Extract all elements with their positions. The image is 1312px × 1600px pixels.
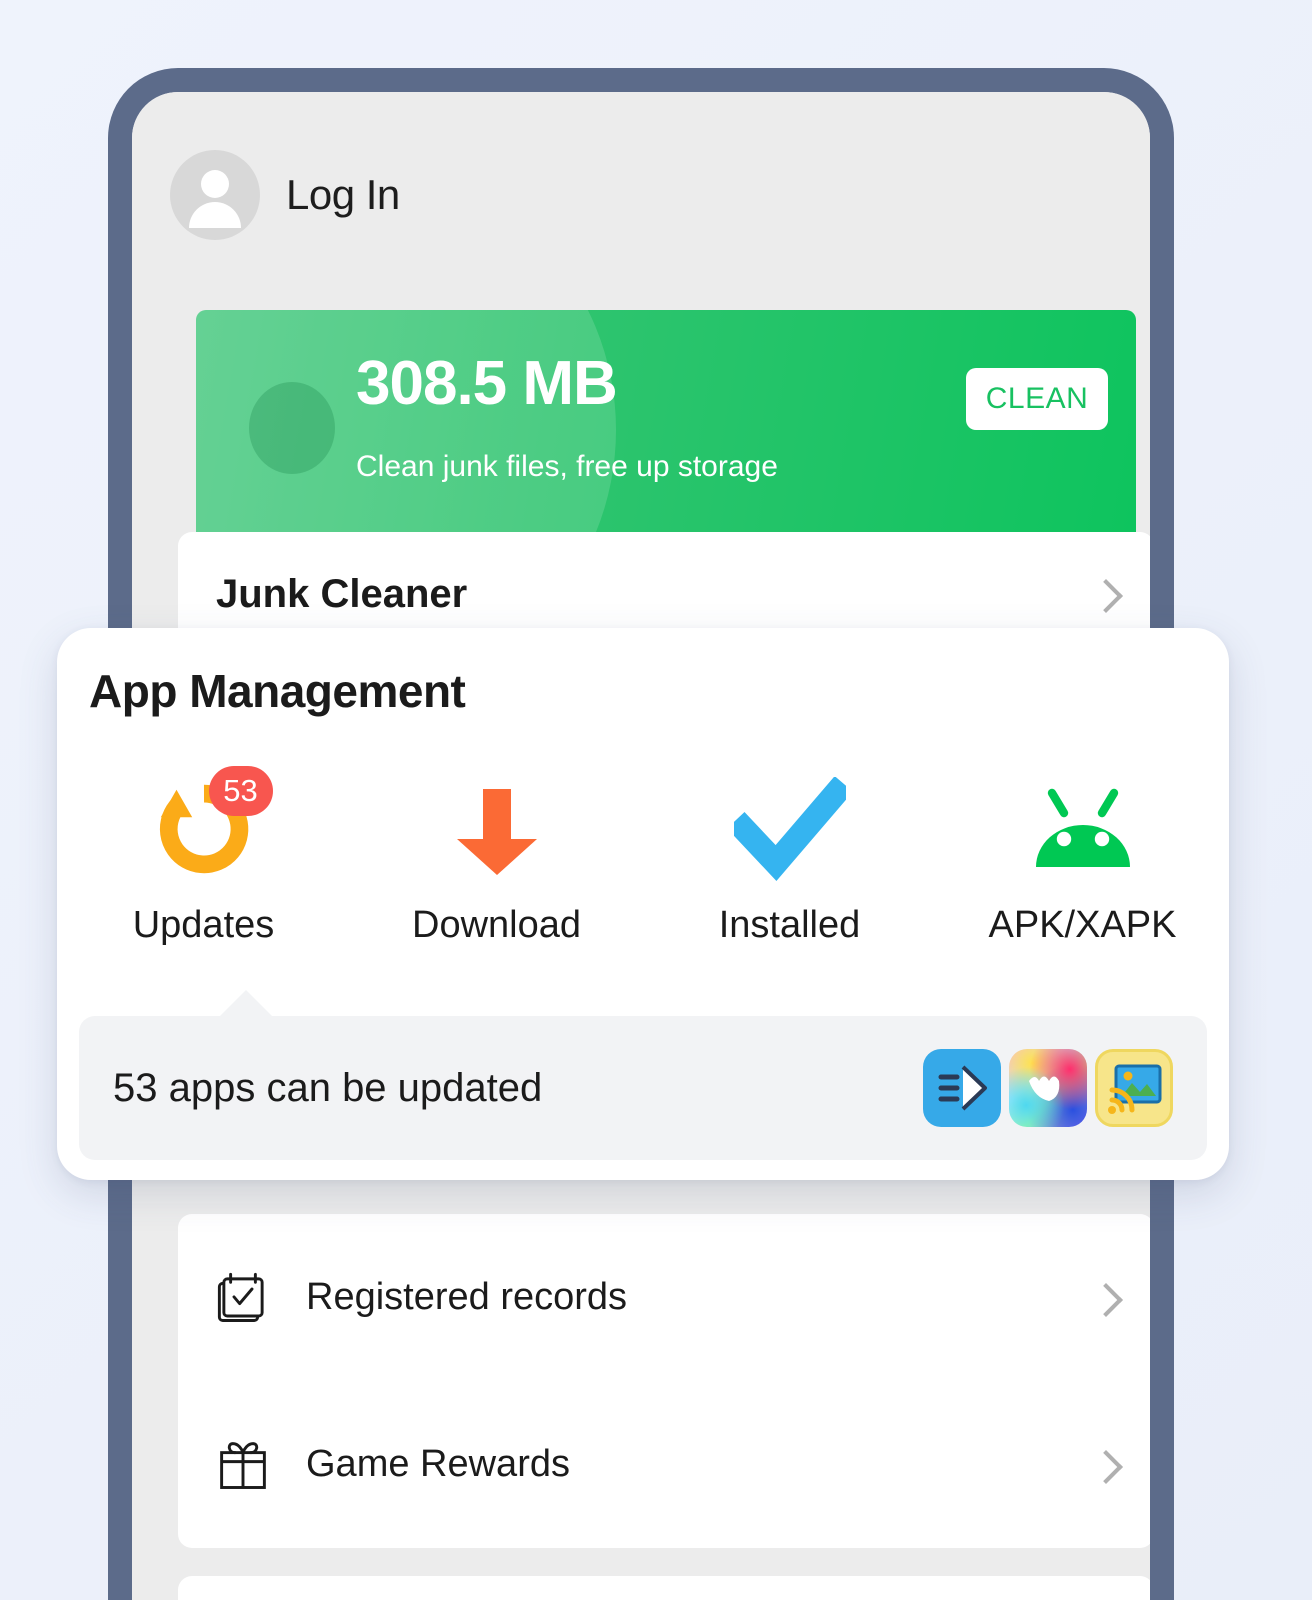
user-avatar-icon	[170, 150, 260, 240]
tile-label: Updates	[132, 904, 275, 946]
rainbow-w-glyph	[1029, 1076, 1060, 1101]
tooltip-notch	[220, 990, 272, 1016]
tile-download[interactable]: Download	[350, 770, 643, 947]
chevron-right-icon	[1094, 584, 1114, 604]
updatable-app-icon-list	[923, 1049, 1173, 1127]
apk-icon-wrap	[1008, 770, 1158, 888]
login-label: Log In	[286, 171, 400, 218]
tile-installed[interactable]: Installed	[643, 770, 936, 947]
updatable-apps-text: 53 apps can be updated	[113, 1065, 543, 1110]
app-icon-blue-arrow[interactable]	[923, 1049, 1001, 1127]
tile-label: APK/XAPK	[988, 904, 1177, 946]
calendar-check-icon	[217, 1272, 264, 1322]
junk-cleaner-banner[interactable]: 308.5 MB Clean junk files, free up stora…	[196, 310, 1136, 532]
clean-button[interactable]: CLEAN	[966, 368, 1108, 430]
screenshot-stage: Log In 308.5 MB Clean junk files, free u…	[0, 0, 1312, 1600]
check-mark-icon	[733, 777, 846, 881]
list-item-label: Game Rewards	[306, 1443, 570, 1485]
tile-label: Installed	[718, 904, 861, 946]
banner-decoration-small-circle	[249, 382, 335, 474]
yellow-cast-glyph	[1108, 1064, 1162, 1114]
updatable-apps-strip[interactable]: 53 apps can be updated	[79, 1016, 1207, 1160]
page-title: App Management	[89, 665, 466, 717]
download-icon-wrap	[422, 770, 572, 888]
account-links-card: Registered records Game Rewards	[178, 1214, 1150, 1548]
avatar-head-shape	[201, 170, 229, 198]
avatar-body-shape	[189, 202, 241, 228]
android-robot-icon	[1035, 788, 1130, 867]
account-login-row[interactable]: Log In	[170, 150, 400, 240]
junk-banner-subtitle: Clean junk files, free up storage	[356, 450, 778, 483]
tile-updates[interactable]: 53 Updates	[57, 766, 350, 947]
app-icon-rainbow-w[interactable]	[1009, 1049, 1087, 1127]
tile-label: Download	[412, 904, 581, 946]
list-item-game-rewards[interactable]: Game Rewards	[178, 1381, 1150, 1548]
junk-size-value: 308.5 MB	[356, 349, 618, 418]
app-icon-yellow-cast[interactable]	[1095, 1049, 1173, 1127]
download-arrow-icon	[456, 789, 537, 875]
themes-card: Themes	[178, 1576, 1150, 1600]
blue-arrow-glyph	[938, 1065, 987, 1111]
app-management-tiles: 53 Updates Download Installed APK/XAPK	[57, 766, 1229, 947]
installed-icon-wrap	[715, 770, 865, 888]
gift-box-icon	[220, 1441, 266, 1489]
list-item-label: Registered records	[306, 1276, 628, 1318]
list-item-label: Junk Cleaner	[216, 571, 468, 616]
tile-apk-xapk[interactable]: APK/XAPK	[936, 770, 1229, 947]
list-item-themes[interactable]: Themes	[178, 1576, 1150, 1600]
list-item-registered-records[interactable]: Registered records	[178, 1214, 1150, 1381]
chevron-right-icon	[1094, 1288, 1114, 1308]
chevron-right-icon	[1094, 1455, 1114, 1475]
app-management-popup: App Management 53 Updates Download Insta…	[57, 628, 1229, 1180]
updates-count-badge: 53	[208, 766, 273, 816]
updates-icon-wrap: 53	[129, 766, 279, 888]
